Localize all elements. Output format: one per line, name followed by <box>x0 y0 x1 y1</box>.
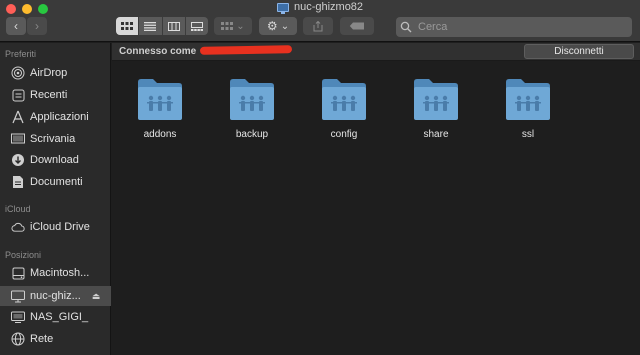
window-title-area: nuc-ghizmo82 <box>0 0 640 14</box>
sidebar-item-label: Documenti <box>30 176 83 188</box>
shared-folder-icon <box>506 79 550 120</box>
columns-icon <box>167 21 180 31</box>
forward-button[interactable]: › <box>27 17 47 35</box>
folder-item-ssl[interactable]: ssl <box>482 72 574 162</box>
gear-icon: ⚙ <box>266 19 278 33</box>
sidebar-section-locations: Posizioni <box>5 250 42 260</box>
chevron-down-icon: ⌄ <box>236 20 245 32</box>
search-icon <box>400 21 412 33</box>
sidebar-item-network[interactable]: Rete <box>0 329 111 349</box>
sidebar-item-label: Scrivania <box>30 133 76 145</box>
chevron-left-icon: ‹ <box>14 19 18 33</box>
sidebar-item-label: Download <box>30 154 79 166</box>
sidebar-section-favorites: Preferiti <box>5 49 37 59</box>
share-icon <box>313 20 323 31</box>
airdrop-icon <box>11 66 25 80</box>
folder-item-config[interactable]: config <box>298 72 390 162</box>
sidebar-item-recents[interactable]: Recenti <box>0 85 111 105</box>
sidebar-item-documents[interactable]: Documenti <box>0 172 111 192</box>
sidebar-item-icloud-drive[interactable]: iCloud Drive <box>0 217 111 237</box>
sidebar-item-label: iCloud Drive <box>30 221 90 233</box>
eject-icon[interactable]: ⏏ <box>92 291 101 302</box>
search-field[interactable] <box>396 17 632 37</box>
sidebar-item-label: Applicazioni <box>30 111 89 123</box>
shared-folder-icon <box>322 79 366 120</box>
sidebar-item-nas-gigi[interactable]: NAS_GIGI_ <box>0 307 111 327</box>
folder-item-share[interactable]: share <box>390 72 482 162</box>
sidebar: Preferiti AirDrop Recenti Applicazioni S… <box>0 43 111 355</box>
globe-icon <box>11 332 25 346</box>
folder-label: backup <box>235 129 269 140</box>
search-input[interactable] <box>418 21 618 33</box>
cloud-icon <box>11 220 25 234</box>
disk-icon <box>11 266 25 280</box>
folder-label: config <box>330 129 358 140</box>
apps-icon <box>11 110 25 124</box>
folder-item-addons[interactable]: addons <box>114 72 206 162</box>
share-button[interactable] <box>303 17 333 35</box>
file-browser-content: addons backup config share ssl <box>112 62 640 355</box>
sidebar-item-applications[interactable]: Applicazioni <box>0 107 111 127</box>
shared-folder-icon <box>138 79 182 120</box>
sidebar-item-nuc-ghizmo82[interactable]: nuc-ghiz... ⏏ <box>0 286 111 306</box>
disconnect-button[interactable]: Disconnetti <box>524 44 634 59</box>
sidebar-item-label: AirDrop <box>30 67 68 79</box>
desktop-icon <box>11 132 25 146</box>
view-mode-control <box>116 17 208 35</box>
computer-icon <box>276 2 289 14</box>
list-view-button[interactable] <box>139 17 163 35</box>
sidebar-item-label: nuc-ghiz... <box>30 290 81 302</box>
window-title: nuc-ghizmo82 <box>293 1 364 13</box>
toolbar: nuc-ghizmo82 ‹ › ⌄ ⚙ ⌄ Cerca <box>0 0 640 42</box>
folder-label: share <box>423 129 449 140</box>
server-icon <box>11 310 25 324</box>
back-button[interactable]: ‹ <box>6 17 26 35</box>
tag-button[interactable] <box>340 17 374 35</box>
icon-view-button[interactable] <box>116 17 140 35</box>
sidebar-item-label: Recenti <box>30 89 68 101</box>
grid-icon <box>121 21 134 30</box>
redacted-username <box>199 45 293 55</box>
column-view-button[interactable] <box>163 17 186 35</box>
sidebar-item-label: NAS_GIGI_ <box>30 311 89 323</box>
sidebar-item-airdrop[interactable]: AirDrop <box>0 63 111 83</box>
sidebar-item-downloads[interactable]: Download <box>0 150 111 170</box>
shared-folder-icon <box>230 79 274 120</box>
tag-icon <box>349 22 364 30</box>
list-icon <box>144 21 157 31</box>
sidebar-item-label: Rete <box>30 333 54 345</box>
group-grid-icon <box>221 21 234 30</box>
sidebar-item-macintosh-hd[interactable]: Macintosh... <box>0 263 111 283</box>
folder-item-backup[interactable]: backup <box>206 72 298 162</box>
group-by-button[interactable]: ⌄ <box>214 17 252 35</box>
folder-label: ssl <box>521 129 535 140</box>
folder-label: addons <box>143 129 177 140</box>
sidebar-item-label: Macintosh... <box>30 267 90 279</box>
sidebar-item-desktop[interactable]: Scrivania <box>0 129 111 149</box>
gallery-icon <box>190 21 203 31</box>
computer-icon <box>11 289 25 303</box>
download-icon <box>11 153 25 167</box>
gallery-view-button[interactable] <box>186 17 208 35</box>
clock-icon <box>11 88 25 102</box>
action-menu-button[interactable]: ⚙ ⌄ <box>259 17 297 35</box>
shared-folder-icon <box>414 79 458 120</box>
sidebar-section-icloud: iCloud <box>5 204 31 214</box>
chevron-right-icon: › <box>35 19 39 33</box>
chevron-down-icon: ⌄ <box>280 20 290 32</box>
connected-as-label: Connesso come <box>119 46 197 57</box>
document-icon <box>11 175 25 189</box>
